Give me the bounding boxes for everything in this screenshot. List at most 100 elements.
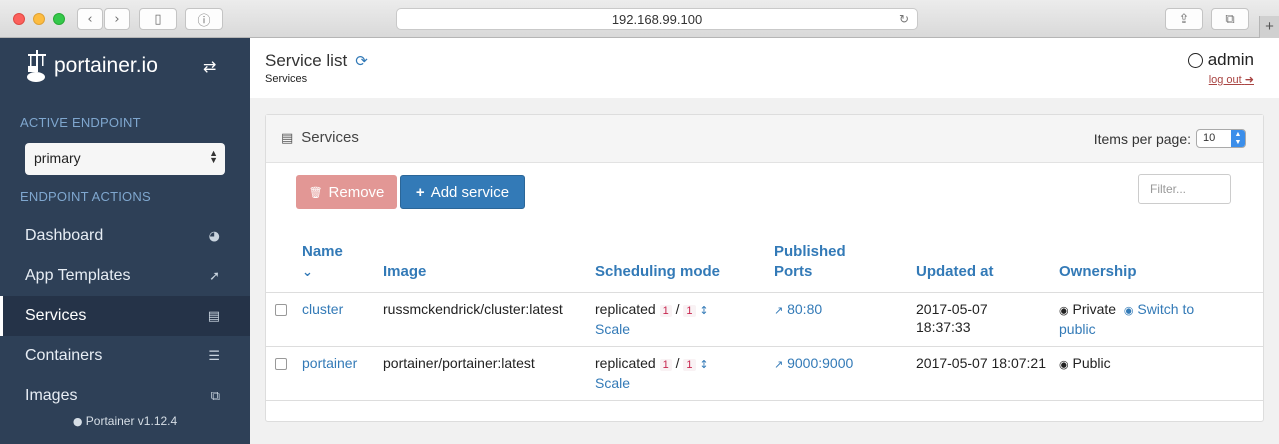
column-header-updated-at[interactable]: Updated at: [916, 262, 994, 282]
eye-icon: ◉: [1123, 304, 1134, 317]
desired-replicas: 1: [683, 359, 696, 371]
column-ports-label-1: Published: [774, 243, 846, 260]
eye-icon: ◉: [1059, 358, 1069, 371]
eye-slash-icon: ◉: [1059, 304, 1069, 317]
services-panel: ▤ Services Items per page: 10 ▲ ▼ 🗑 Remove …: [265, 114, 1264, 422]
tabs-icon: ⧉: [1225, 11, 1235, 27]
switch-label: Switch to: [1137, 301, 1195, 317]
reload-icon[interactable]: ↻: [899, 12, 909, 26]
new-tab-button[interactable]: +: [1259, 16, 1279, 38]
external-link-icon: ↗: [774, 304, 784, 317]
version-footer: ● Portainer v1.12.4: [0, 414, 250, 428]
sidebar-item-services[interactable]: Services ▤: [0, 296, 250, 336]
active-endpoint-heading: ACTIVE ENDPOINT: [20, 115, 141, 130]
sidebar-item-label: App Templates: [25, 267, 131, 284]
column-header-published-ports[interactable]: Published Ports: [774, 242, 846, 282]
sidebar-toggle-button[interactable]: ▯: [139, 8, 177, 30]
list-alt-icon: ▤: [207, 308, 220, 324]
column-header-ownership[interactable]: Ownership: [1059, 262, 1137, 282]
sidebar-item-label: Images: [25, 387, 78, 404]
privacy-button[interactable]: ⓘ: [185, 8, 223, 30]
select-arrows-icon: ▲ ▼: [209, 148, 218, 165]
minimize-window-button[interactable]: [33, 13, 45, 25]
running-replicas: 1: [659, 359, 672, 371]
clone-icon: ⧉: [210, 388, 220, 404]
column-header-image[interactable]: Image: [383, 262, 426, 282]
service-name-link[interactable]: cluster: [302, 300, 343, 318]
updated-date: 2017-05-07: [916, 301, 988, 317]
sidebar-item-label: Services: [25, 307, 87, 324]
items-per-page: Items per page: 10 ▲ ▼: [1094, 129, 1246, 148]
items-per-page-select[interactable]: 10 ▲ ▼: [1196, 129, 1246, 148]
running-replicas: 1: [659, 305, 672, 317]
sidebar-item-dashboard[interactable]: Dashboard ◕: [0, 216, 250, 256]
external-link-icon: ↗: [774, 358, 784, 371]
remove-label: Remove: [328, 183, 385, 201]
published-port-link[interactable]: ↗ 9000:9000: [774, 354, 853, 374]
mode-text: replicated: [595, 301, 656, 317]
published-port-link[interactable]: ↗ 80:80: [774, 300, 822, 320]
plus-icon: +: [415, 183, 425, 201]
add-service-label: Add service: [430, 183, 510, 201]
chevron-down-icon: ⌄: [302, 265, 313, 280]
filter-placeholder: Filter...: [1150, 182, 1187, 196]
trash-icon: 🗑: [308, 185, 323, 199]
row-checkbox[interactable]: [275, 358, 287, 370]
column-name-label: Name: [302, 243, 343, 260]
logout-link[interactable]: log out ➜: [1209, 73, 1254, 86]
github-icon[interactable]: ●: [73, 415, 83, 428]
updated-at: 2017-05-07 18:07:21: [916, 355, 1046, 371]
endpoint-selected-value: primary: [34, 150, 81, 166]
remove-button[interactable]: 🗑 Remove: [296, 175, 397, 209]
server-icon: ☰: [208, 348, 220, 364]
address-bar[interactable]: 192.168.99.100 ↻: [396, 8, 918, 30]
chevron-right-icon: ›: [114, 11, 120, 27]
ownership-text: Private: [1072, 301, 1117, 317]
sidebar-item-app-templates[interactable]: App Templates ➚: [0, 256, 250, 296]
tabs-button[interactable]: ⧉: [1211, 8, 1249, 30]
tachometer-icon: ◕: [208, 228, 220, 244]
port-text: 80:80: [787, 301, 823, 317]
items-per-page-label: Items per page:: [1093, 130, 1191, 147]
column-header-scheduling-mode[interactable]: Scheduling mode: [595, 262, 720, 282]
port-text: 9000:9000: [787, 355, 854, 371]
row-divider: [266, 400, 1263, 401]
updated-at: 2017-05-07 18:37:33: [916, 300, 988, 336]
mode-text: replicated: [595, 355, 656, 371]
crane-icon: [27, 50, 46, 82]
column-header-name[interactable]: Name ⌄: [302, 242, 343, 283]
zoom-window-button[interactable]: [53, 13, 65, 25]
user-circle-icon: [1187, 52, 1203, 68]
sidebar-item-images[interactable]: Images ⧉: [0, 376, 250, 416]
arrows-v-icon: ↕: [699, 358, 709, 371]
sign-out-icon: ➜: [1244, 73, 1254, 86]
sidebar-item-label: Containers: [25, 347, 103, 364]
service-name-link[interactable]: portainer: [302, 354, 357, 372]
filter-input[interactable]: Filter...: [1138, 174, 1231, 204]
endpoint-select[interactable]: primary ▲ ▼: [25, 143, 225, 175]
username: admin: [1207, 50, 1254, 69]
panel-title: ▤ Services: [281, 129, 359, 146]
desired-replicas: 1: [683, 305, 696, 317]
url-text: 192.168.99.100: [611, 11, 703, 27]
forward-button[interactable]: ›: [104, 8, 130, 30]
share-button[interactable]: ⇪: [1165, 8, 1203, 30]
add-service-button[interactable]: + Add service: [400, 175, 525, 209]
sidebar-item-containers[interactable]: Containers ☰: [0, 336, 250, 376]
ownership: ◉ Private ◉ Switch to public: [1059, 300, 1249, 338]
switch-label-2: public: [1059, 321, 1096, 337]
scale-link[interactable]: Scale: [595, 375, 630, 391]
scale-link[interactable]: Scale: [595, 321, 630, 337]
endpoint-actions-heading: ENDPOINT ACTIONS: [20, 189, 151, 204]
ownership-text: Public: [1072, 355, 1111, 371]
page-title-text: Service list: [265, 51, 348, 70]
updated-time: 18:37:33: [916, 319, 971, 335]
back-button[interactable]: ‹: [77, 8, 103, 30]
rocket-icon: ➚: [209, 268, 220, 284]
close-window-button[interactable]: [13, 13, 25, 25]
row-checkbox[interactable]: [275, 304, 287, 316]
portainer-logo[interactable]: portainer.io: [26, 48, 158, 84]
info-icon: ⓘ: [197, 13, 211, 29]
refresh-icon[interactable]: ⟳: [355, 52, 368, 70]
exchange-icon[interactable]: ⇄: [203, 57, 216, 76]
